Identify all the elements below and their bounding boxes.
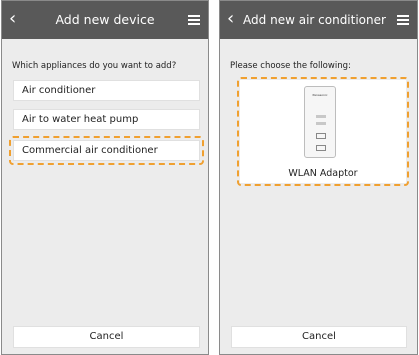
- hamburger-menu-icon[interactable]: [188, 15, 200, 25]
- cancel-button[interactable]: Cancel: [13, 326, 200, 348]
- selection-highlight: [237, 77, 409, 186]
- option-air-to-water-heat-pump[interactable]: Air to water heat pump: [13, 109, 200, 130]
- question-text: Which appliances do you want to add?: [12, 61, 177, 71]
- page-title: Add new device: [55, 12, 155, 27]
- page-title: Add new air conditioner: [243, 13, 386, 27]
- option-air-conditioner[interactable]: Air conditioner: [13, 80, 200, 101]
- app-header: ‹ Add new device: [2, 1, 208, 39]
- cancel-button[interactable]: Cancel: [231, 326, 407, 348]
- instruction-text: Please choose the following:: [230, 61, 351, 71]
- app-header: ‹ Add new air conditioner: [220, 1, 417, 39]
- selection-highlight: [9, 136, 204, 165]
- phone-screen-add-new-air-conditioner: ‹ Add new air conditioner Please choose …: [219, 0, 418, 355]
- hamburger-menu-icon[interactable]: [397, 15, 409, 25]
- phone-screen-add-new-device: ‹ Add new device Which appliances do you…: [1, 0, 209, 355]
